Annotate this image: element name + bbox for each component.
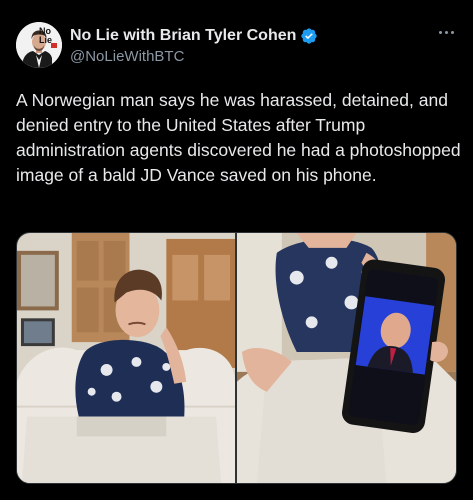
more-options-icon[interactable] [435, 24, 457, 40]
man-in-armchair-photo [17, 233, 235, 483]
tweet-card[interactable]: No Lie No Lie with Brian Tyler Cohen @No… [0, 0, 473, 500]
phone-with-image-photo [237, 233, 456, 483]
tweet-media[interactable] [16, 232, 457, 484]
more-dot [438, 30, 442, 34]
media-photo-left[interactable] [17, 233, 235, 483]
author-display-name[interactable]: No Lie with Brian Tyler Cohen [70, 27, 296, 45]
avatar[interactable]: No Lie [16, 22, 62, 68]
verified-badge-icon [301, 28, 318, 44]
author-name-row: No Lie with Brian Tyler Cohen [70, 26, 318, 46]
more-dot [444, 30, 448, 34]
tweet-text: A Norwegian man says he was harassed, de… [16, 90, 461, 185]
avatar-logo-mark [51, 43, 57, 48]
author-handle[interactable]: @NoLieWithBTC [70, 48, 184, 65]
more-dot [450, 30, 454, 34]
media-photo-right[interactable] [237, 233, 456, 483]
